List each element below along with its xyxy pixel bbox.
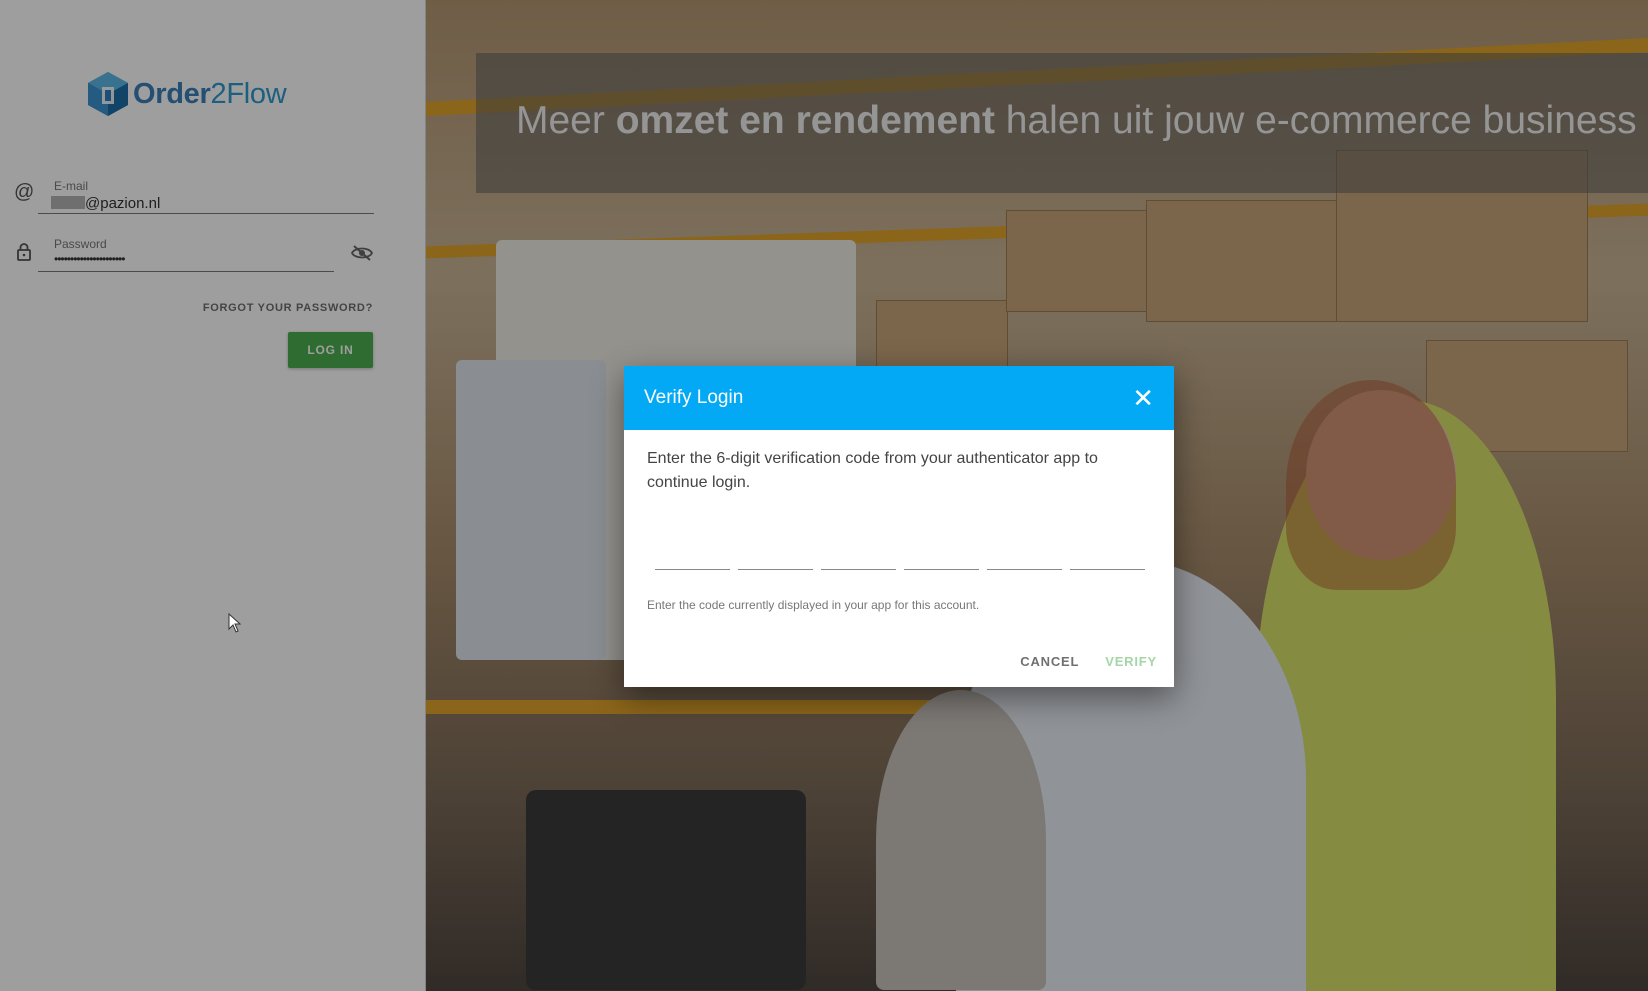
code-digit-input-6[interactable] [1070, 533, 1145, 570]
code-input-row [655, 533, 1151, 570]
close-icon[interactable]: ✕ [1132, 385, 1154, 411]
code-digit-input-5[interactable] [987, 533, 1062, 570]
mouse-cursor-icon [228, 613, 242, 633]
instruction-text: Enter the 6-digit verification code from… [647, 450, 1098, 491]
code-digit-input-1[interactable] [655, 533, 730, 570]
dialog-body: Enter the 6-digit verification code from… [624, 430, 1174, 612]
dialog-actions: CANCEL VERIFY [1020, 654, 1157, 669]
verify-login-dialog: Verify Login ✕ Enter the 6-digit verific… [624, 366, 1174, 687]
cancel-button[interactable]: CANCEL [1020, 654, 1079, 669]
dialog-title: Verify Login [644, 387, 744, 408]
dialog-header: Verify Login ✕ [624, 366, 1174, 430]
code-digit-input-2[interactable] [738, 533, 813, 570]
verify-button[interactable]: VERIFY [1105, 654, 1157, 669]
code-digit-input-4[interactable] [904, 533, 979, 570]
hint-text: Enter the code currently displayed in yo… [647, 598, 980, 612]
code-digit-input-3[interactable] [821, 533, 896, 570]
